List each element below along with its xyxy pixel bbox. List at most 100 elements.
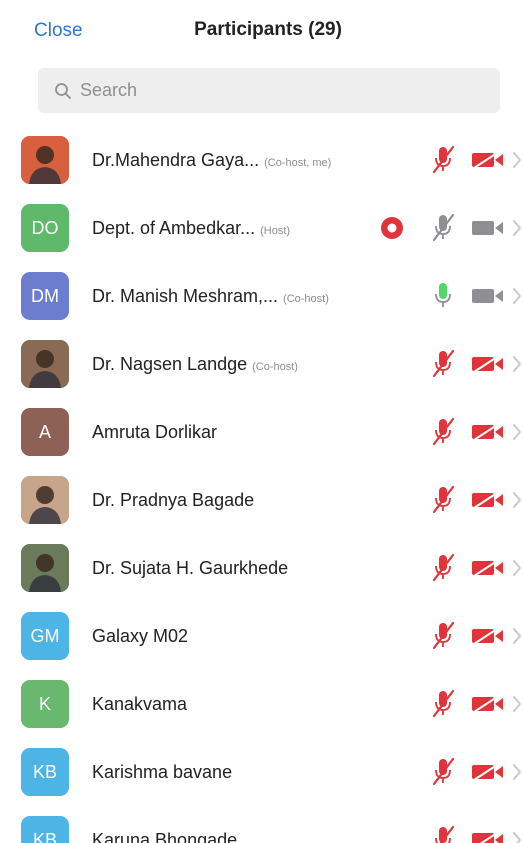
avatar-photo xyxy=(21,136,69,184)
participant-status-icons xyxy=(372,602,522,670)
participant-name-group: Dept. of Ambedkar... (Host) xyxy=(92,218,412,239)
participant-status-icons xyxy=(372,466,522,534)
participant-name: Dr. Sujata H. Gaurkhede xyxy=(92,557,289,578)
chevron-right-icon[interactable] xyxy=(512,355,522,373)
avatar-initials: A xyxy=(21,408,69,456)
avatar-photo xyxy=(21,544,69,592)
participant-name: Dr.Mahendra Gaya... xyxy=(92,149,260,170)
chevron-right-icon[interactable] xyxy=(512,627,522,645)
header: Close Participants (29) xyxy=(0,0,522,64)
avatar-initials: DO xyxy=(21,204,69,252)
participant-status-icons xyxy=(372,806,522,843)
participant-status-icons xyxy=(372,126,522,194)
video-off-icon xyxy=(470,762,506,782)
avatar-photo xyxy=(21,476,69,524)
recording-icon xyxy=(380,216,404,240)
video-off-icon xyxy=(470,490,506,510)
microphone-muted-icon xyxy=(428,212,458,244)
video-off-icon xyxy=(470,354,506,374)
participant-status-icons xyxy=(372,262,522,330)
participant-role: (Co-host) xyxy=(283,292,329,305)
participants-screen: Close Participants (29) Dr.Mahendra Gaya… xyxy=(0,0,522,843)
participant-row[interactable]: Dr. Pradnya Bagade xyxy=(0,466,522,534)
participant-name: Dr. Pradnya Bagade xyxy=(92,489,255,510)
microphone-muted-icon xyxy=(428,552,458,584)
search-bar[interactable] xyxy=(38,68,500,113)
participant-row[interactable]: GM Galaxy M02 xyxy=(0,602,522,670)
video-off-icon xyxy=(470,694,506,714)
participant-role: (Co-host) xyxy=(252,360,298,373)
video-camera-icon xyxy=(470,218,506,238)
chevron-right-icon[interactable] xyxy=(512,695,522,713)
chevron-right-icon[interactable] xyxy=(512,559,522,577)
participant-name: Kanakvama xyxy=(92,693,188,714)
participant-status-icons xyxy=(372,398,522,466)
participant-name-group: Karuna Bhongade xyxy=(92,830,412,843)
search-icon xyxy=(55,82,71,99)
participant-name-group: Dr.Mahendra Gaya... (Co-host, me) xyxy=(92,150,412,171)
avatar-initials: GM xyxy=(21,612,69,660)
microphone-muted-icon xyxy=(428,144,458,176)
participant-name-group: Dr. Nagsen Landge (Co-host) xyxy=(92,354,412,375)
participant-list: Dr.Mahendra Gaya... (Co-host, me) DO Dept. … xyxy=(0,126,522,843)
participant-status-icons xyxy=(372,534,522,602)
video-off-icon xyxy=(470,626,506,646)
participant-role: (Host) xyxy=(260,224,291,237)
microphone-muted-icon xyxy=(428,688,458,720)
participant-row[interactable]: KB Karishma bavane xyxy=(0,738,522,806)
participant-name: Dr. Manish Meshram,... xyxy=(92,285,279,306)
chevron-right-icon[interactable] xyxy=(512,763,522,781)
participant-status-icons xyxy=(372,738,522,806)
chevron-right-icon[interactable] xyxy=(512,151,522,169)
participant-row[interactable]: DO Dept. of Ambedkar... (Host) xyxy=(0,194,522,262)
microphone-muted-icon xyxy=(428,484,458,516)
video-off-icon xyxy=(470,150,506,170)
participant-row[interactable]: Dr. Sujata H. Gaurkhede xyxy=(0,534,522,602)
microphone-muted-icon xyxy=(428,348,458,380)
participant-row[interactable]: Dr.Mahendra Gaya... (Co-host, me) xyxy=(0,126,522,194)
participant-name-group: Galaxy M02 xyxy=(92,626,412,647)
avatar-initials: K xyxy=(21,680,69,728)
participant-row[interactable]: A Amruta Dorlikar xyxy=(0,398,522,466)
avatar-initials: KB xyxy=(21,816,69,843)
participant-row[interactable]: Dr. Nagsen Landge (Co-host) xyxy=(0,330,522,398)
participant-name-group: Dr. Pradnya Bagade xyxy=(92,490,412,511)
avatar-initials: KB xyxy=(21,748,69,796)
participant-status-icons xyxy=(372,194,522,262)
chevron-right-icon[interactable] xyxy=(512,219,522,237)
participant-row[interactable]: K Kanakvama xyxy=(0,670,522,738)
microphone-muted-icon xyxy=(428,824,458,843)
participant-name: Dept. of Ambedkar... xyxy=(92,217,256,238)
chevron-right-icon[interactable] xyxy=(512,287,522,305)
microphone-muted-icon xyxy=(428,416,458,448)
participant-name: Galaxy M02 xyxy=(92,625,189,646)
microphone-icon xyxy=(428,280,458,312)
participant-name-group: Dr. Manish Meshram,... (Co-host) xyxy=(92,286,412,307)
participant-name-group: Karishma bavane xyxy=(92,762,412,783)
chevron-right-icon[interactable] xyxy=(512,491,522,509)
participant-name: Amruta Dorlikar xyxy=(92,421,218,442)
participant-name-group: Amruta Dorlikar xyxy=(92,422,412,443)
participant-name: Dr. Nagsen Landge xyxy=(92,353,248,374)
avatar-photo xyxy=(21,340,69,388)
participant-name: Karishma bavane xyxy=(92,761,233,782)
participant-name-group: Dr. Sujata H. Gaurkhede xyxy=(92,558,412,579)
participant-status-icons xyxy=(372,330,522,398)
participant-status-icons xyxy=(372,670,522,738)
chevron-right-icon[interactable] xyxy=(512,831,522,843)
search-input[interactable] xyxy=(80,80,460,101)
participant-role: (Co-host, me) xyxy=(264,156,332,169)
chevron-right-icon[interactable] xyxy=(512,423,522,441)
video-off-icon xyxy=(470,558,506,578)
participant-name: Karuna Bhongade xyxy=(92,829,238,843)
participant-name-group: Kanakvama xyxy=(92,694,412,715)
page-title: Participants (29) xyxy=(194,19,342,40)
participant-row[interactable]: KB Karuna Bhongade xyxy=(0,806,522,843)
microphone-muted-icon xyxy=(428,620,458,652)
participant-row[interactable]: DM Dr. Manish Meshram,... (Co-host) xyxy=(0,262,522,330)
video-off-icon xyxy=(470,830,506,843)
video-camera-icon xyxy=(470,286,506,306)
video-off-icon xyxy=(470,422,506,442)
microphone-muted-icon xyxy=(428,756,458,788)
avatar-initials: DM xyxy=(21,272,69,320)
